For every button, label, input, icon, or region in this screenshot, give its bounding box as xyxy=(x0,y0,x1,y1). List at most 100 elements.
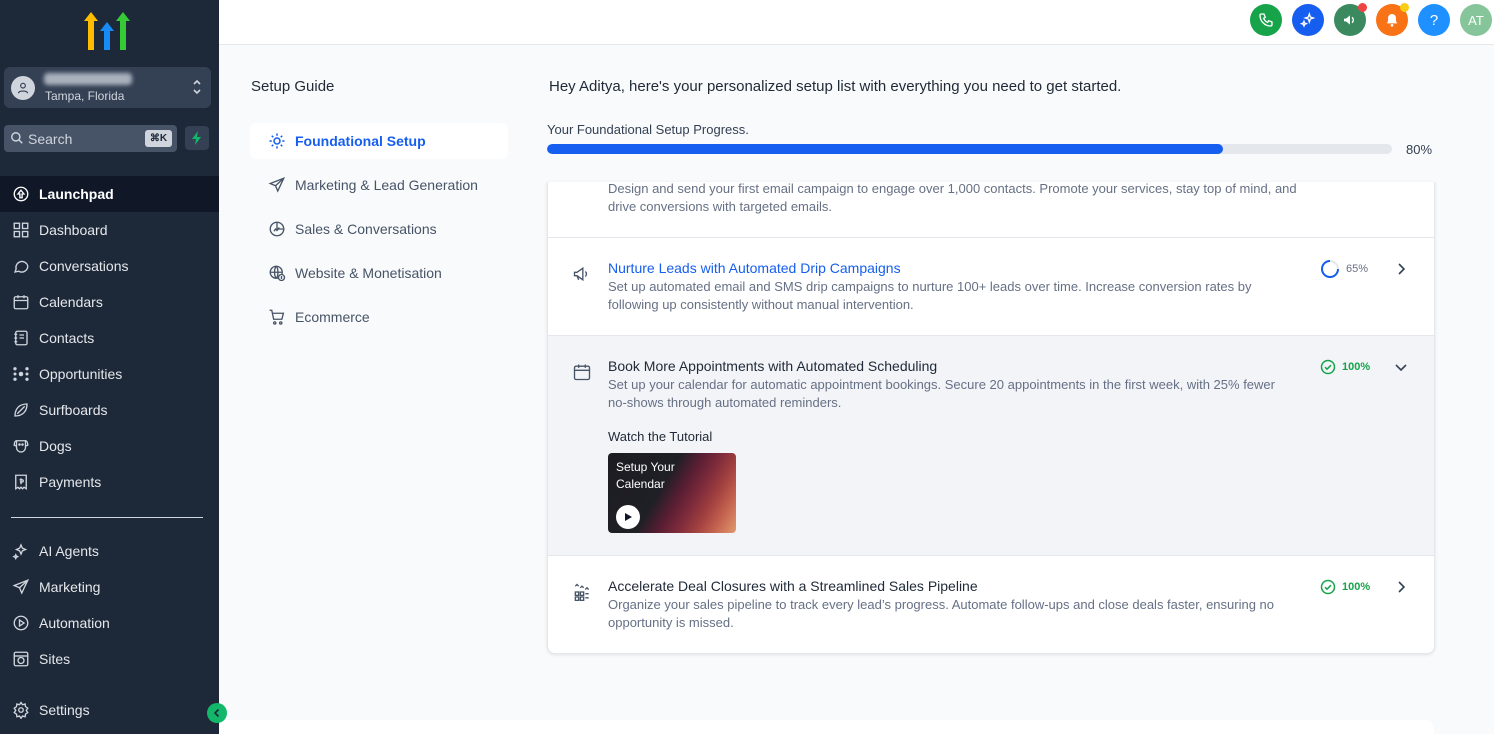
search-shortcut-badge: ⌘K xyxy=(145,130,172,147)
check-circle-icon xyxy=(1320,359,1336,375)
task-description: Set up automated email and SMS drip camp… xyxy=(608,279,1252,312)
progress-bar xyxy=(547,144,1392,154)
search-input[interactable]: Search ⌘K xyxy=(4,125,177,152)
sidebar-item-label: Payments xyxy=(39,474,102,490)
sidebar-item-label: Sites xyxy=(39,651,71,667)
progress-spinner-icon xyxy=(1321,260,1339,278)
sidebar-item-opportunities[interactable]: Opportunities xyxy=(0,356,219,392)
send-icon xyxy=(11,577,31,597)
search-icon xyxy=(11,132,23,144)
announcements-button[interactable] xyxy=(1334,3,1367,36)
task-status-value: 100% xyxy=(1342,361,1371,373)
sidebar-item-label: Conversations xyxy=(39,258,129,274)
task-status-value: 65% xyxy=(1346,263,1369,275)
sidebar-item-dashboard[interactable]: Dashboard xyxy=(0,212,219,248)
globe-dollar-icon xyxy=(267,263,287,283)
task-title[interactable]: Nurture Leads with Automated Drip Campai… xyxy=(608,260,901,276)
guide-item-foundational-setup[interactable]: Foundational Setup xyxy=(250,123,508,159)
task-item-email-campaign[interactable]: Design and send your first email campaig… xyxy=(548,181,1434,238)
sidebar-item-calendars[interactable]: Calendars xyxy=(0,284,219,320)
sidebar-item-label: Marketing xyxy=(39,579,101,595)
chart-icon xyxy=(267,219,287,239)
sidebar-item-dogs[interactable]: Dogs xyxy=(0,428,219,464)
sidebar-item-label: Surfboards xyxy=(39,402,108,418)
progress-bar-fill xyxy=(547,144,1223,154)
chevron-right-icon[interactable] xyxy=(1392,578,1410,596)
help-button[interactable]: ? xyxy=(1418,4,1450,36)
sidebar-item-contacts[interactable]: Contacts xyxy=(0,320,219,356)
guide-item-website-monetisation[interactable]: Website & Monetisation xyxy=(250,255,508,291)
guide-item-marketing-lead-generation[interactable]: Marketing & Lead Generation xyxy=(250,167,508,203)
pipeline-icon xyxy=(574,583,590,601)
task-item-drip-campaigns[interactable]: Nurture Leads with Automated Drip Campai… xyxy=(548,238,1434,336)
tutorial-video-thumbnail[interactable]: Setup Your Calendar xyxy=(608,453,736,533)
sidebar-item-ai-agents[interactable]: AI Agents xyxy=(0,533,219,569)
notifications-button[interactable] xyxy=(1376,3,1409,36)
rocket-icon xyxy=(11,184,31,204)
sidebar-item-conversations[interactable]: Conversations xyxy=(0,248,219,284)
sun-icon xyxy=(267,131,287,151)
sidebar-item-label: Dogs xyxy=(39,438,72,454)
guide-item-label: Foundational Setup xyxy=(295,133,426,149)
progress-percent: 80% xyxy=(1406,142,1433,157)
lightning-icon xyxy=(192,131,201,145)
guide-item-label: Sales & Conversations xyxy=(295,221,437,237)
task-status-value: 100% xyxy=(1342,581,1371,593)
calendar-icon xyxy=(11,292,31,312)
guide-item-ecommerce[interactable]: Ecommerce xyxy=(250,299,508,335)
guide-item-sales-conversations[interactable]: Sales & Conversations xyxy=(250,211,508,247)
sidebar-item-automation[interactable]: Automation xyxy=(0,605,219,641)
send-icon xyxy=(267,175,287,195)
ai-assistant-button[interactable] xyxy=(1292,4,1324,36)
calendar-icon xyxy=(573,364,591,381)
task-status: 65% xyxy=(1320,259,1368,279)
sidebar-item-launchpad[interactable]: Launchpad xyxy=(0,176,219,212)
quick-actions-button[interactable] xyxy=(185,126,209,150)
bell-icon xyxy=(1386,14,1398,27)
task-title: Book More Appointments with Automated Sc… xyxy=(608,358,938,374)
search-placeholder: Search xyxy=(28,131,73,147)
help-icon: ? xyxy=(1429,11,1439,29)
task-item-sales-pipeline[interactable]: Accelerate Deal Closures with a Streamli… xyxy=(548,556,1434,654)
contacts-icon xyxy=(11,328,31,348)
megaphone-icon xyxy=(573,266,588,282)
notification-badge xyxy=(1358,3,1367,12)
app-logo xyxy=(84,12,130,50)
next-section-edge xyxy=(219,720,1434,734)
location-switcher[interactable]: Tampa, Florida xyxy=(4,67,211,108)
task-description: Organize your sales pipeline to track ev… xyxy=(608,597,1275,630)
sidebar-item-marketing[interactable]: Marketing xyxy=(0,569,219,605)
task-item-appointments[interactable]: Book More Appointments with Automated Sc… xyxy=(548,336,1434,556)
task-list-card: Design and send your first email campaig… xyxy=(547,181,1435,654)
sidebar-item-surfboards[interactable]: Surfboards xyxy=(0,392,219,428)
play-button[interactable] xyxy=(616,505,640,529)
sidebar-item-sites[interactable]: Sites xyxy=(0,641,219,677)
sidebar: Tampa, Florida Search ⌘K Launchpad Dashb… xyxy=(0,0,219,734)
chevron-right-icon[interactable] xyxy=(1392,260,1410,278)
greeting-text: Hey Aditya, here's your personalized set… xyxy=(549,78,1122,95)
globe-icon xyxy=(11,649,31,669)
progress-label: Your Foundational Setup Progress. xyxy=(547,122,749,137)
sidebar-item-settings[interactable]: Settings xyxy=(0,692,219,728)
video-title: Setup Your Calendar xyxy=(616,460,675,491)
sidebar-item-payments[interactable]: Payments xyxy=(0,464,219,500)
task-description: Set up your calendar for automatic appoi… xyxy=(608,377,1275,410)
top-bar: ? AT xyxy=(219,0,1494,45)
location-city: Tampa, Florida xyxy=(45,89,125,103)
chat-icon xyxy=(11,256,31,276)
tutorial-label: Watch the Tutorial xyxy=(608,429,713,444)
phone-icon xyxy=(1259,13,1273,27)
megaphone-icon xyxy=(1344,15,1354,25)
cart-icon xyxy=(267,307,287,327)
notification-badge xyxy=(1400,3,1409,12)
automation-icon xyxy=(11,613,31,633)
chevron-down-icon[interactable] xyxy=(1392,358,1410,376)
sidebar-item-label: Settings xyxy=(39,702,90,718)
phone-button[interactable] xyxy=(1250,4,1282,36)
location-icon xyxy=(11,76,35,100)
chevron-updown-icon xyxy=(193,79,201,95)
gear-icon xyxy=(11,700,31,720)
collapse-sidebar-button[interactable] xyxy=(207,703,227,723)
user-avatar-button[interactable]: AT xyxy=(1460,4,1492,36)
task-status: 100% xyxy=(1320,579,1370,595)
